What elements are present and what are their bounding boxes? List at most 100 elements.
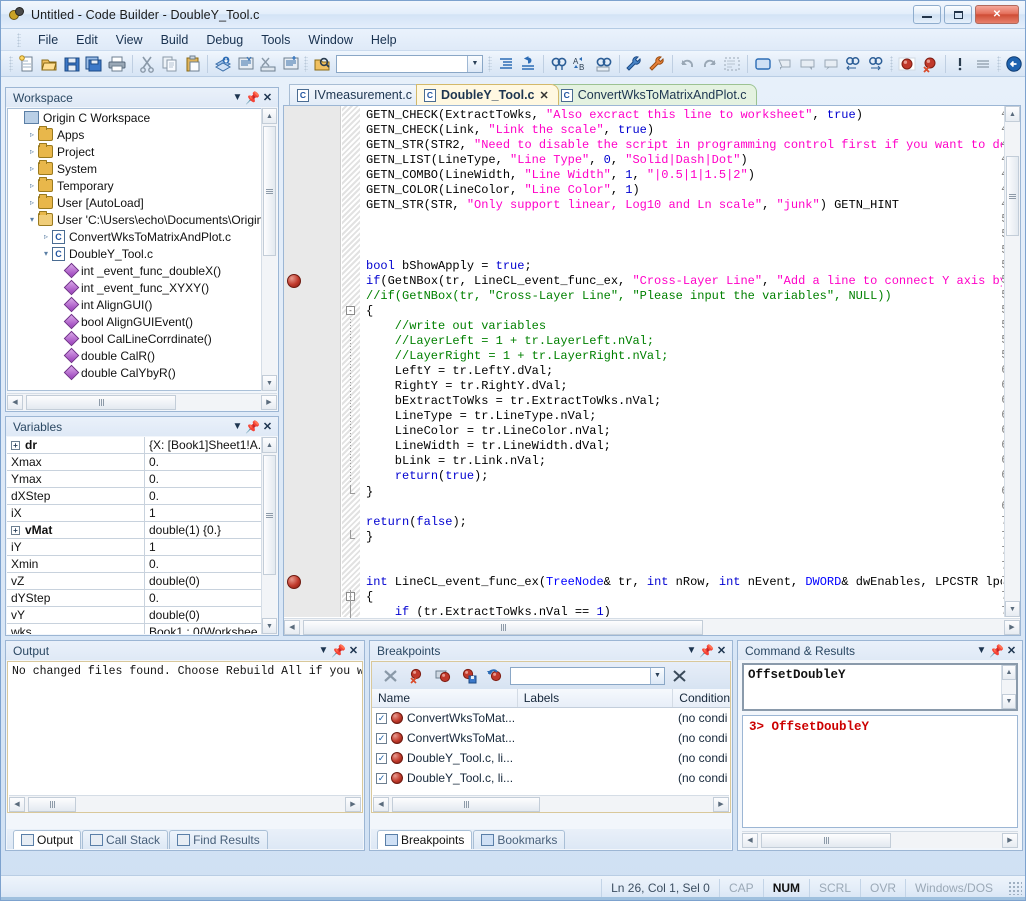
breakpoint-checkbox[interactable]: ✓	[376, 753, 387, 764]
menu-file[interactable]: File	[29, 31, 67, 49]
fold-gutter[interactable]: ----	[342, 106, 360, 617]
toggle-breakpoint-icon[interactable]	[896, 53, 918, 75]
scroll-left-arrow-icon[interactable]: ◀	[284, 620, 300, 635]
breakpoint-checkbox[interactable]: ✓	[376, 713, 387, 724]
tree-item[interactable]: ▹System	[8, 160, 276, 177]
find-icon[interactable]	[548, 53, 570, 75]
variable-row[interactable]: +dr{X: [Book1]Sheet1!A...	[7, 437, 261, 454]
maximize-button[interactable]	[944, 5, 972, 24]
variables-menu-icon[interactable]: ▼	[230, 419, 245, 434]
breakpoints-close-icon[interactable]: ✕	[714, 643, 729, 658]
command-input-box[interactable]: OffsetDoubleY ▲ ▼	[742, 663, 1018, 711]
command-output-box[interactable]: 3> OffsetDoubleY	[742, 715, 1018, 828]
back-icon[interactable]	[1004, 53, 1026, 75]
expand-plus-icon[interactable]: +	[11, 526, 20, 535]
column-header-labels[interactable]: Labels	[518, 689, 674, 707]
undo-icon[interactable]	[677, 53, 699, 75]
open-folder-icon[interactable]	[38, 53, 60, 75]
command-results-close-icon[interactable]: ✕	[1004, 643, 1019, 658]
fold-collapse-icon[interactable]: -	[346, 306, 355, 315]
variables-grid[interactable]: +dr{X: [Book1]Sheet1!A...Xmax0.Ymax0.dXS…	[7, 437, 261, 634]
save-all-icon[interactable]	[84, 53, 106, 75]
redo-icon[interactable]	[699, 53, 721, 75]
variable-row[interactable]: +vMatdouble(1) {0.}	[7, 522, 261, 539]
indent-icon[interactable]	[495, 53, 517, 75]
editor-vscrollbar[interactable]: ▲ ▼	[1004, 106, 1020, 617]
menu-edit[interactable]: Edit	[67, 31, 107, 49]
find-input[interactable]	[337, 57, 467, 71]
workspace-menu-icon[interactable]: ▼	[230, 90, 245, 105]
scroll-left-arrow-icon[interactable]: ◀	[9, 797, 25, 812]
cut-icon[interactable]	[137, 53, 159, 75]
scroll-down-arrow-icon[interactable]: ▼	[262, 375, 277, 391]
tree-item[interactable]: ▹Temporary	[8, 177, 276, 194]
breakpoints-grid[interactable]: Name Labels Condition ✓ConvertWksToMat..…	[371, 689, 731, 813]
panel-tab[interactable]: Output	[13, 830, 81, 849]
variable-row[interactable]: vZdouble(0)	[7, 573, 261, 590]
exception-icon[interactable]	[950, 53, 972, 75]
tree-item[interactable]: ▹User [AutoLoad]	[8, 194, 276, 211]
scroll-thumb[interactable]	[263, 126, 276, 256]
build-icon[interactable]	[212, 53, 234, 75]
rebuild-all-icon[interactable]	[280, 53, 302, 75]
breakpoints-hscrollbar[interactable]: ◀ ▶	[373, 795, 729, 812]
workspace-pin-icon[interactable]: 📌	[245, 90, 260, 105]
variable-row[interactable]: dXStep0.	[7, 488, 261, 505]
variable-row[interactable]: iY1	[7, 539, 261, 556]
scroll-right-arrow-icon[interactable]: ▶	[1004, 620, 1020, 635]
command-input-scrollbar[interactable]: ▲ ▼	[1001, 665, 1016, 709]
toolbar-grip-3[interactable]	[488, 56, 492, 72]
delete-all-breakpoints-icon[interactable]	[406, 665, 428, 687]
find-back-icon[interactable]	[842, 53, 864, 75]
variable-row[interactable]: vYdouble(0)	[7, 607, 261, 624]
wrench-icon[interactable]	[624, 53, 646, 75]
command-results-pin-icon[interactable]: 📌	[989, 643, 1004, 658]
toolbar-grip-4[interactable]	[890, 56, 894, 72]
output-close-icon[interactable]: ✕	[346, 643, 361, 658]
copy-icon[interactable]	[159, 53, 181, 75]
menu-window[interactable]: Window	[299, 31, 361, 49]
scroll-right-arrow-icon[interactable]: ▶	[345, 797, 361, 812]
breakpoint-checkbox[interactable]: ✓	[376, 773, 387, 784]
scroll-up-arrow-icon[interactable]: ▲	[262, 108, 277, 124]
paste-icon[interactable]	[182, 53, 204, 75]
breakpoints-pin-icon[interactable]: 📌	[699, 643, 714, 658]
scroll-right-arrow-icon[interactable]: ▶	[713, 797, 729, 812]
scroll-up-arrow-icon[interactable]: ▲	[262, 437, 277, 453]
remove-all-breakpoints-icon[interactable]	[919, 53, 941, 75]
tree-item[interactable]: ▹Apps	[8, 126, 276, 143]
editor-body[interactable]: ---- 43444546474849505152535455565758596…	[283, 105, 1021, 636]
step-into-icon[interactable]	[797, 53, 819, 75]
breakpoints-menu-icon[interactable]: ▼	[684, 643, 699, 658]
workspace-close-icon[interactable]: ✕	[260, 90, 275, 105]
export-breakpoints-icon[interactable]	[458, 665, 480, 687]
print-icon[interactable]	[106, 53, 128, 75]
output-hscrollbar[interactable]: ◀ ▶	[9, 795, 361, 812]
tree-expander-icon[interactable]: ▹	[26, 147, 38, 156]
find-forward-icon[interactable]	[865, 53, 887, 75]
resize-grip[interactable]	[1008, 881, 1022, 895]
breakpoint-row[interactable]: ✓ConvertWksToMat...(no condi	[372, 728, 730, 748]
scroll-thumb[interactable]	[263, 455, 276, 575]
tree-item[interactable]: int AlignGUI()	[8, 296, 276, 313]
menu-debug[interactable]: Debug	[197, 31, 252, 49]
tree-item[interactable]: ▾User 'C:\Users\echo\Documents\Origin	[8, 211, 276, 228]
compile-icon[interactable]	[235, 53, 257, 75]
disable-breakpoint-icon[interactable]	[432, 665, 454, 687]
replace-icon[interactable]: AB	[570, 53, 592, 75]
breakpoint-marker-icon[interactable]	[287, 274, 301, 288]
tree-item[interactable]: bool AlignGUIEvent()	[8, 313, 276, 330]
scroll-right-arrow-icon[interactable]: ▶	[1002, 833, 1018, 848]
link-icon[interactable]	[257, 53, 279, 75]
toolbar-grip-1[interactable]	[9, 56, 13, 72]
scroll-up-arrow-icon[interactable]: ▲	[1005, 106, 1020, 122]
variable-row[interactable]: Xmin0.	[7, 556, 261, 573]
editor-tab[interactable]: CDoubleY_Tool.c✕	[416, 84, 559, 105]
editor-hscrollbar[interactable]: ◀ ▶	[284, 618, 1020, 635]
workspace-tree[interactable]: Origin C Workspace▹Apps▹Project▹System▹T…	[7, 108, 277, 391]
tree-item[interactable]: double CalR()	[8, 347, 276, 364]
scroll-thumb-h[interactable]	[28, 797, 76, 812]
step-icon[interactable]	[752, 53, 774, 75]
save-icon[interactable]	[61, 53, 83, 75]
scroll-left-arrow-icon[interactable]: ◀	[373, 797, 389, 812]
